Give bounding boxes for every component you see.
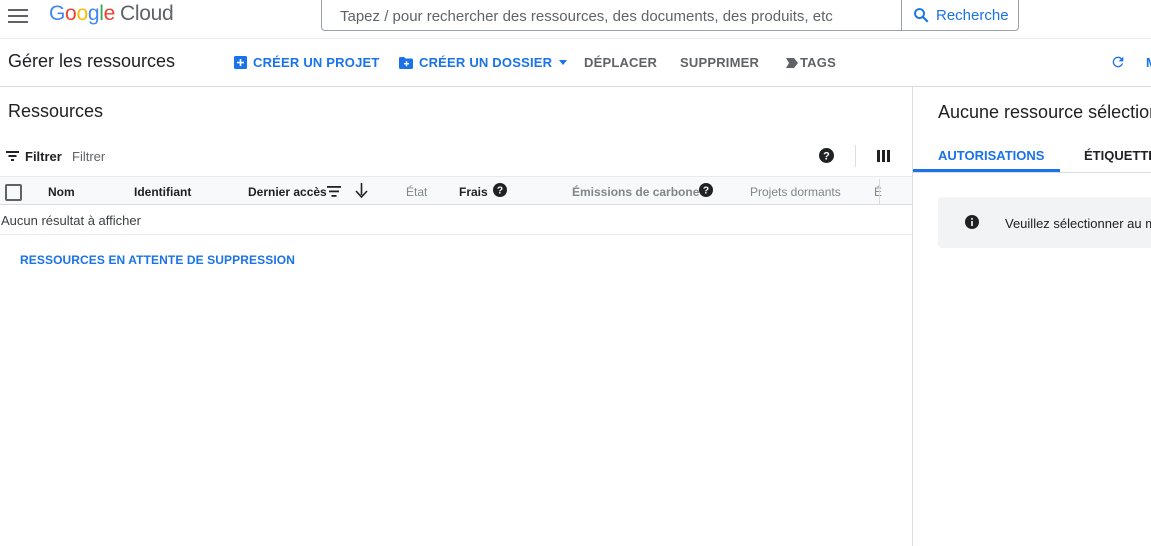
move-button[interactable]: DÉPLACER <box>584 55 657 70</box>
overflow-action-button[interactable]: M <box>1146 55 1151 70</box>
create-folder-icon <box>399 56 413 69</box>
filter-icon[interactable] <box>6 151 19 161</box>
tag-icon <box>786 57 798 68</box>
empty-message: Aucun résultat à afficher <box>1 213 141 228</box>
info-side-panel: Aucune ressource sélection AUTORISATIONS… <box>912 87 1151 546</box>
table-empty-row: Aucun résultat à afficher <box>0 206 912 235</box>
resources-title: Ressources <box>8 101 104 121</box>
page-title: Gérer les ressources <box>8 51 176 71</box>
search-box[interactable] <box>321 0 901 31</box>
column-header-name[interactable]: Nom <box>48 185 75 199</box>
column-display-icon[interactable] <box>877 150 890 162</box>
side-panel-tabs: AUTORISATIONS ÉTIQUETTE <box>913 136 1151 173</box>
info-message-box: Veuillez sélectionner au m <box>938 197 1151 248</box>
help-icon[interactable]: ? <box>819 148 834 163</box>
column-header-state[interactable]: État <box>406 185 427 199</box>
menu-icon[interactable] <box>8 7 28 25</box>
create-folder-button[interactable]: CRÉER UN DOSSIER <box>399 55 568 70</box>
svg-text:?: ? <box>703 186 709 197</box>
search-input[interactable] <box>338 1 882 31</box>
column-header-costs[interactable]: Frais <box>459 185 488 199</box>
google-cloud-logo[interactable]: Google Cloud <box>49 2 174 26</box>
column-header-carbon[interactable]: Émissions de carbone <box>572 185 699 199</box>
refresh-icon[interactable] <box>1110 54 1126 70</box>
filter-label: Filtrer <box>25 149 62 164</box>
filter-input[interactable]: Filtrer <box>72 149 105 164</box>
search-button[interactable]: Recherche <box>901 0 1019 31</box>
create-project-button[interactable]: CRÉER UN PROJET <box>234 55 380 70</box>
dropdown-arrow-icon <box>559 59 568 65</box>
help-icon[interactable]: ? <box>493 183 507 197</box>
action-toolbar: Gérer les ressources CRÉER UN PROJET CRÉ… <box>0 38 1151 87</box>
svg-text:?: ? <box>497 186 503 197</box>
column-header-truncated[interactable]: É <box>874 185 882 199</box>
column-header-last-access[interactable]: Dernier accès <box>248 185 327 199</box>
filter-bar: Filtrer Filtrer ? <box>0 145 912 167</box>
sort-descending-icon[interactable] <box>355 183 368 198</box>
logo-product-name: Cloud <box>119 2 174 25</box>
help-icon[interactable]: ? <box>699 183 713 197</box>
search-button-label: Recherche <box>936 6 1009 24</box>
tab-permissions[interactable]: AUTORISATIONS <box>938 148 1044 163</box>
active-tab-indicator <box>913 169 1060 172</box>
tab-labels[interactable]: ÉTIQUETTE <box>1084 148 1151 163</box>
column-divider <box>879 179 880 204</box>
info-message: Veuillez sélectionner au m <box>1005 216 1151 231</box>
info-icon <box>965 215 979 229</box>
table-header: Nom Identifiant Dernier accès État Frais… <box>0 176 912 205</box>
top-bar: GoogleCloud Recherche <box>0 0 1151 39</box>
column-header-id[interactable]: Identifiant <box>134 185 191 199</box>
search-icon <box>914 8 929 23</box>
side-panel-title: Aucune ressource sélection <box>938 102 1151 122</box>
select-all-checkbox[interactable] <box>5 184 22 201</box>
svg-text:?: ? <box>823 150 830 162</box>
add-box-icon <box>234 56 247 69</box>
pending-deletion-link[interactable]: RESSOURCES EN ATTENTE DE SUPPRESSION <box>20 253 295 267</box>
tags-button[interactable]: TAGS <box>786 55 836 70</box>
column-header-dormant-projects[interactable]: Projets dormants <box>750 185 841 199</box>
sort-options-icon[interactable] <box>327 186 341 197</box>
delete-button[interactable]: SUPPRIMER <box>680 55 759 70</box>
toolbar-divider <box>855 145 856 167</box>
